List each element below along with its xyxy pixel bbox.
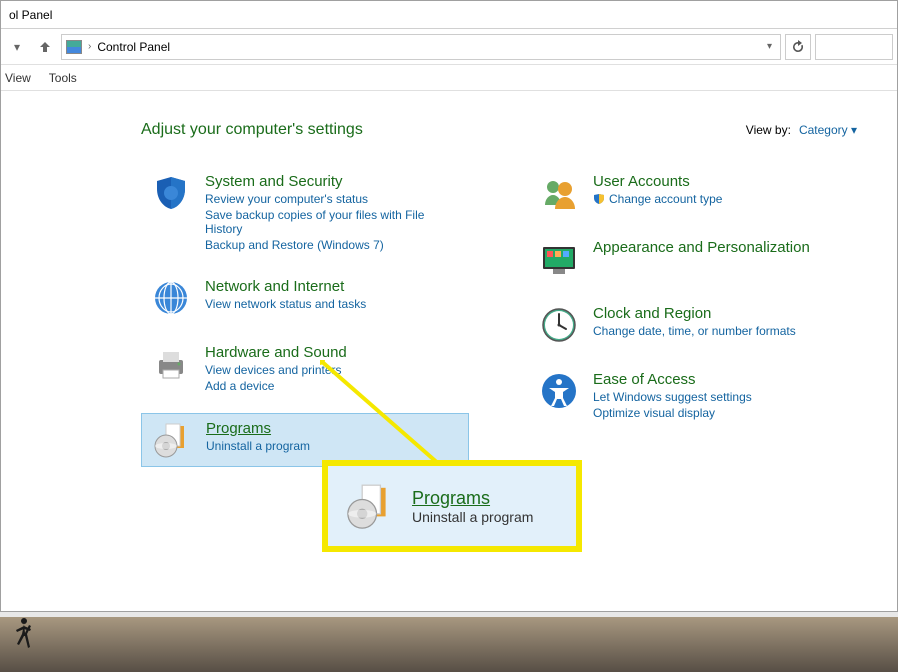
heading-row: Adjust your computer's settings View by:…: [141, 121, 857, 139]
category-link[interactable]: Save backup copies of your files with Fi…: [205, 208, 459, 236]
shield-icon: [151, 173, 191, 213]
globe-icon: [151, 278, 191, 318]
programs-icon: [344, 480, 396, 532]
callout-programs: Programs Uninstall a program: [322, 460, 582, 552]
address-dropdown-button[interactable]: ▾: [763, 41, 776, 52]
category-title[interactable]: System and Security: [205, 173, 459, 190]
user-accounts-icon: [539, 173, 579, 213]
nav-up-button[interactable]: [33, 35, 57, 59]
category-link[interactable]: Optimize visual display: [593, 406, 752, 420]
category-user-accounts: User Accounts Change account type: [529, 167, 857, 219]
left-column: System and Security Review your computer…: [141, 167, 469, 467]
appearance-icon: [539, 239, 579, 279]
category-link[interactable]: Add a device: [205, 379, 347, 393]
category-hardware-sound: Hardware and Sound View devices and prin…: [141, 338, 469, 399]
page-heading: Adjust your computer's settings: [141, 121, 363, 139]
desktop-background: [0, 617, 898, 672]
category-appearance: Appearance and Personalization: [529, 233, 857, 285]
category-title[interactable]: User Accounts: [593, 173, 722, 190]
category-title[interactable]: Ease of Access: [593, 371, 752, 388]
titlebar: ol Panel: [1, 1, 897, 29]
callout-title[interactable]: Programs: [412, 488, 533, 509]
callout-subtitle[interactable]: Uninstall a program: [412, 509, 533, 525]
category-clock-region: Clock and Region Change date, time, or n…: [529, 299, 857, 351]
category-link[interactable]: View network status and tasks: [205, 297, 366, 311]
breadcrumb-separator: ›: [88, 41, 91, 52]
category-link[interactable]: Change account type: [609, 192, 722, 206]
category-link[interactable]: Review your computer's status: [205, 192, 459, 206]
category-title[interactable]: Clock and Region: [593, 305, 796, 322]
programs-icon: [152, 420, 192, 460]
ease-of-access-icon: [539, 371, 579, 411]
menubar: View Tools: [1, 65, 897, 91]
window-title: ol Panel: [9, 8, 52, 22]
search-input[interactable]: [815, 34, 893, 60]
category-title[interactable]: Network and Internet: [205, 278, 366, 295]
category-programs[interactable]: Programs Uninstall a program: [141, 413, 469, 467]
menu-tools[interactable]: Tools: [49, 71, 77, 85]
category-title[interactable]: Programs: [206, 420, 310, 437]
clock-icon: [539, 305, 579, 345]
right-column: User Accounts Change account type Appear…: [529, 167, 857, 467]
wallpaper-figure: [10, 617, 38, 654]
category-link[interactable]: View devices and printers: [205, 363, 347, 377]
category-link[interactable]: Backup and Restore (Windows 7): [205, 238, 459, 252]
category-system-security: System and Security Review your computer…: [141, 167, 469, 258]
address-toolbar: ▾ › Control Panel ▾: [1, 29, 897, 65]
viewby-label: View by:: [746, 123, 791, 137]
desktop-wallpaper: [0, 617, 898, 672]
nav-back-dropdown[interactable]: ▾: [5, 35, 29, 59]
viewby: View by: Category ▾: [746, 123, 857, 137]
uac-shield-icon: [593, 193, 605, 205]
category-network-internet: Network and Internet View network status…: [141, 272, 469, 324]
printer-icon: [151, 344, 191, 384]
address-box[interactable]: › Control Panel ▾: [61, 34, 781, 60]
breadcrumb-location[interactable]: Control Panel: [97, 40, 757, 54]
control-panel-icon: [66, 40, 82, 54]
refresh-icon: [791, 40, 805, 54]
category-ease-of-access: Ease of Access Let Windows suggest setti…: [529, 365, 857, 426]
category-title[interactable]: Hardware and Sound: [205, 344, 347, 361]
category-link[interactable]: Change date, time, or number formats: [593, 324, 796, 338]
category-title[interactable]: Appearance and Personalization: [593, 239, 810, 256]
viewby-dropdown[interactable]: Category ▾: [799, 123, 857, 137]
menu-view[interactable]: View: [5, 71, 31, 85]
category-grid: System and Security Review your computer…: [141, 167, 857, 467]
category-link[interactable]: Let Windows suggest settings: [593, 390, 752, 404]
chevron-down-icon: ▾: [14, 40, 20, 54]
category-link[interactable]: Uninstall a program: [206, 439, 310, 453]
refresh-button[interactable]: [785, 34, 811, 60]
up-arrow-icon: [37, 39, 53, 55]
